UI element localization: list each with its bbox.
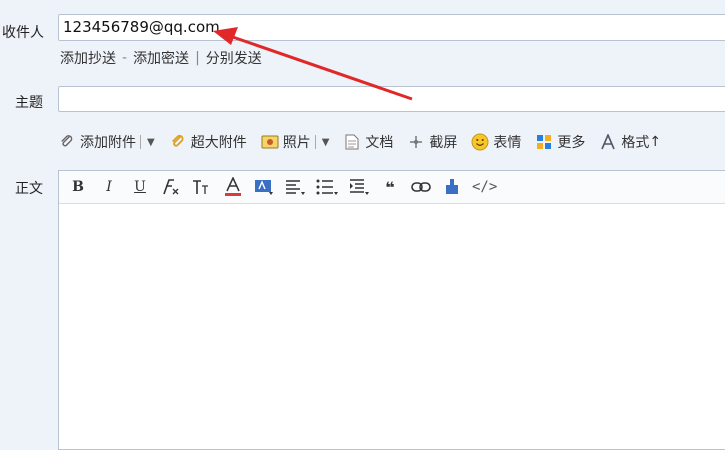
format-label: 格式 [621, 135, 650, 151]
font-color-button[interactable] [222, 176, 244, 198]
recipient-value: 123456789@qq.com [63, 18, 220, 36]
background-color-button[interactable] [253, 176, 275, 198]
font-family-icon [163, 179, 179, 195]
format-painter-button[interactable] [441, 176, 463, 198]
indent-button[interactable] [348, 176, 370, 198]
recipient-label: 收件人 [2, 25, 44, 41]
recipient-options: 添加抄送 - 添加密送 | 分别发送 [60, 48, 262, 68]
font-family-button[interactable] [160, 176, 182, 198]
more-label: 更多 [557, 135, 586, 151]
screenshot-button[interactable]: 截屏 [407, 132, 457, 152]
format-button[interactable]: 格式 ↑ [599, 132, 661, 152]
separator-bar: | [195, 50, 200, 66]
photo-icon [261, 133, 279, 151]
indent-icon [350, 179, 369, 195]
emoji-label: 表情 [493, 135, 522, 151]
photo-label: 照片 [282, 135, 311, 151]
smiley-icon [471, 133, 489, 151]
align-left-icon [286, 180, 305, 195]
subject-label: 主题 [15, 95, 43, 111]
quote-button[interactable]: ❝ [379, 176, 401, 198]
grid-icon [535, 133, 553, 151]
bulleted-list-icon [316, 179, 338, 195]
underline-button[interactable]: U [129, 176, 151, 198]
more-button[interactable]: 更多 [535, 132, 585, 152]
subject-input[interactable] [58, 86, 725, 112]
large-attachment-button[interactable]: 超大附件 [169, 132, 247, 152]
font-size-button[interactable] [191, 176, 213, 198]
add-attachment-button[interactable]: 添加附件 ▼ [58, 132, 155, 152]
dropdown-arrow-icon[interactable]: ▼ [322, 137, 330, 148]
link-icon [411, 182, 431, 192]
document-button[interactable]: 文档 [343, 132, 393, 152]
send-separately-link[interactable]: 分别发送 [206, 48, 262, 68]
letter-a-icon [599, 133, 617, 151]
toolbar-divider [314, 135, 316, 149]
add-attachment-label: 添加附件 [80, 135, 136, 151]
emoji-button[interactable]: 表情 [471, 132, 521, 152]
font-size-icon [193, 180, 208, 194]
bold-button[interactable]: B [67, 176, 89, 198]
screenshot-label: 截屏 [429, 135, 458, 151]
format-toolbar: B I U ❝ </> [59, 171, 725, 204]
align-button[interactable] [284, 176, 306, 198]
font-color-icon [225, 177, 241, 196]
toolbar-divider [140, 135, 141, 149]
add-cc-link[interactable]: 添加抄送 [60, 48, 116, 68]
paint-brush-icon [446, 179, 458, 194]
add-bcc-link[interactable]: 添加密送 [133, 48, 189, 68]
large-attachment-label: 超大附件 [190, 135, 247, 151]
document-icon [343, 133, 361, 151]
recipient-field[interactable]: 123456789@qq.com [58, 14, 725, 41]
large-paperclip-icon [169, 133, 187, 151]
body-editor: B I U ❝ </> [58, 170, 725, 450]
highlight-icon [255, 180, 273, 195]
photo-button[interactable]: 照片 ▼ [261, 132, 330, 152]
separator-dash: - [122, 50, 128, 66]
format-toggle-icon: ↑ [649, 134, 662, 150]
body-label: 正文 [15, 181, 43, 197]
html-source-button[interactable]: </> [472, 176, 497, 198]
italic-button[interactable]: I [98, 176, 120, 198]
document-label: 文档 [365, 135, 394, 151]
paperclip-icon [58, 133, 76, 151]
attachment-toolbar: 添加附件 ▼ 超大附件 照片 ▼ 文档 截屏 表情 更多 格式 ↑ [58, 130, 675, 154]
dropdown-arrow-icon[interactable]: ▼ [147, 137, 155, 148]
list-button[interactable] [315, 176, 339, 198]
scissors-icon [407, 133, 425, 151]
link-button[interactable] [410, 176, 432, 198]
body-text-area[interactable] [59, 204, 725, 449]
